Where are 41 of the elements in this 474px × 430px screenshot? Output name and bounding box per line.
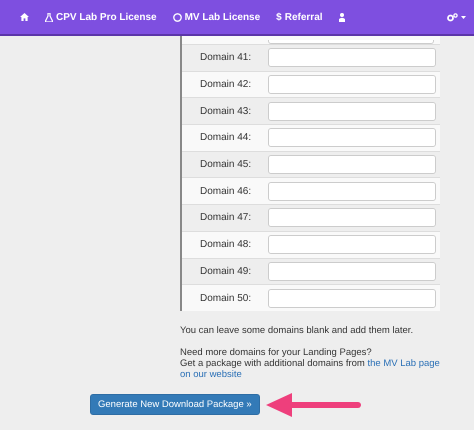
arrow-icon [266,392,362,417]
nav-link[interactable]: CPV Lab Pro License [45,10,157,24]
domain-label: Domain 42: [199,78,252,92]
settings-icon [447,12,458,22]
nav-link[interactable]: MV Lab License [172,10,260,24]
input-field[interactable] [268,182,436,201]
domain-label: Domain 41: [199,51,252,66]
settings-menu-button[interactable] [447,12,466,22]
input-field[interactable] [268,48,436,68]
question-text: Need more domains for your Landing Pages? [180,346,373,358]
home-icon [20,13,29,21]
flask-icon [45,12,53,22]
input-field[interactable] [268,75,436,94]
home-link[interactable] [20,13,29,21]
note-text: You can leave some domains blank and add them later. [180,324,414,336]
domain-label: Domain 50: [199,292,252,306]
domain-label: Domain 44: [199,131,252,146]
input-field[interactable] [268,288,436,308]
mv-lab-link[interactable]: on our website [180,368,242,380]
domain-label: Domain 48: [199,238,252,252]
circle-icon [172,12,182,22]
mv-lab-link[interactable]: the MV Lab page [367,358,440,369]
domain-label: Domain 46: [199,184,252,199]
nav-link[interactable]: $ Referral [276,10,323,24]
domain-label: Domain 49: [199,264,252,279]
user-icon [338,12,345,22]
input-field[interactable] [268,128,436,148]
user-link[interactable] [338,12,345,22]
caret-icon [461,16,466,18]
generate-package-button[interactable]: Generate New Download Package » [90,394,260,416]
input-field[interactable] [268,40,434,44]
input-field[interactable] [268,155,436,174]
domain-label: Domain 45: [199,158,252,172]
dollar-icon: $ [276,10,282,24]
info-text: Get a package with additional domains from [180,358,366,369]
input-field[interactable] [268,208,436,228]
input-field[interactable] [268,235,436,254]
domain-label: Domain 47: [199,211,252,226]
input-field[interactable] [268,102,436,121]
domain-label: Domain 43: [199,104,252,119]
input-field[interactable] [268,262,436,281]
